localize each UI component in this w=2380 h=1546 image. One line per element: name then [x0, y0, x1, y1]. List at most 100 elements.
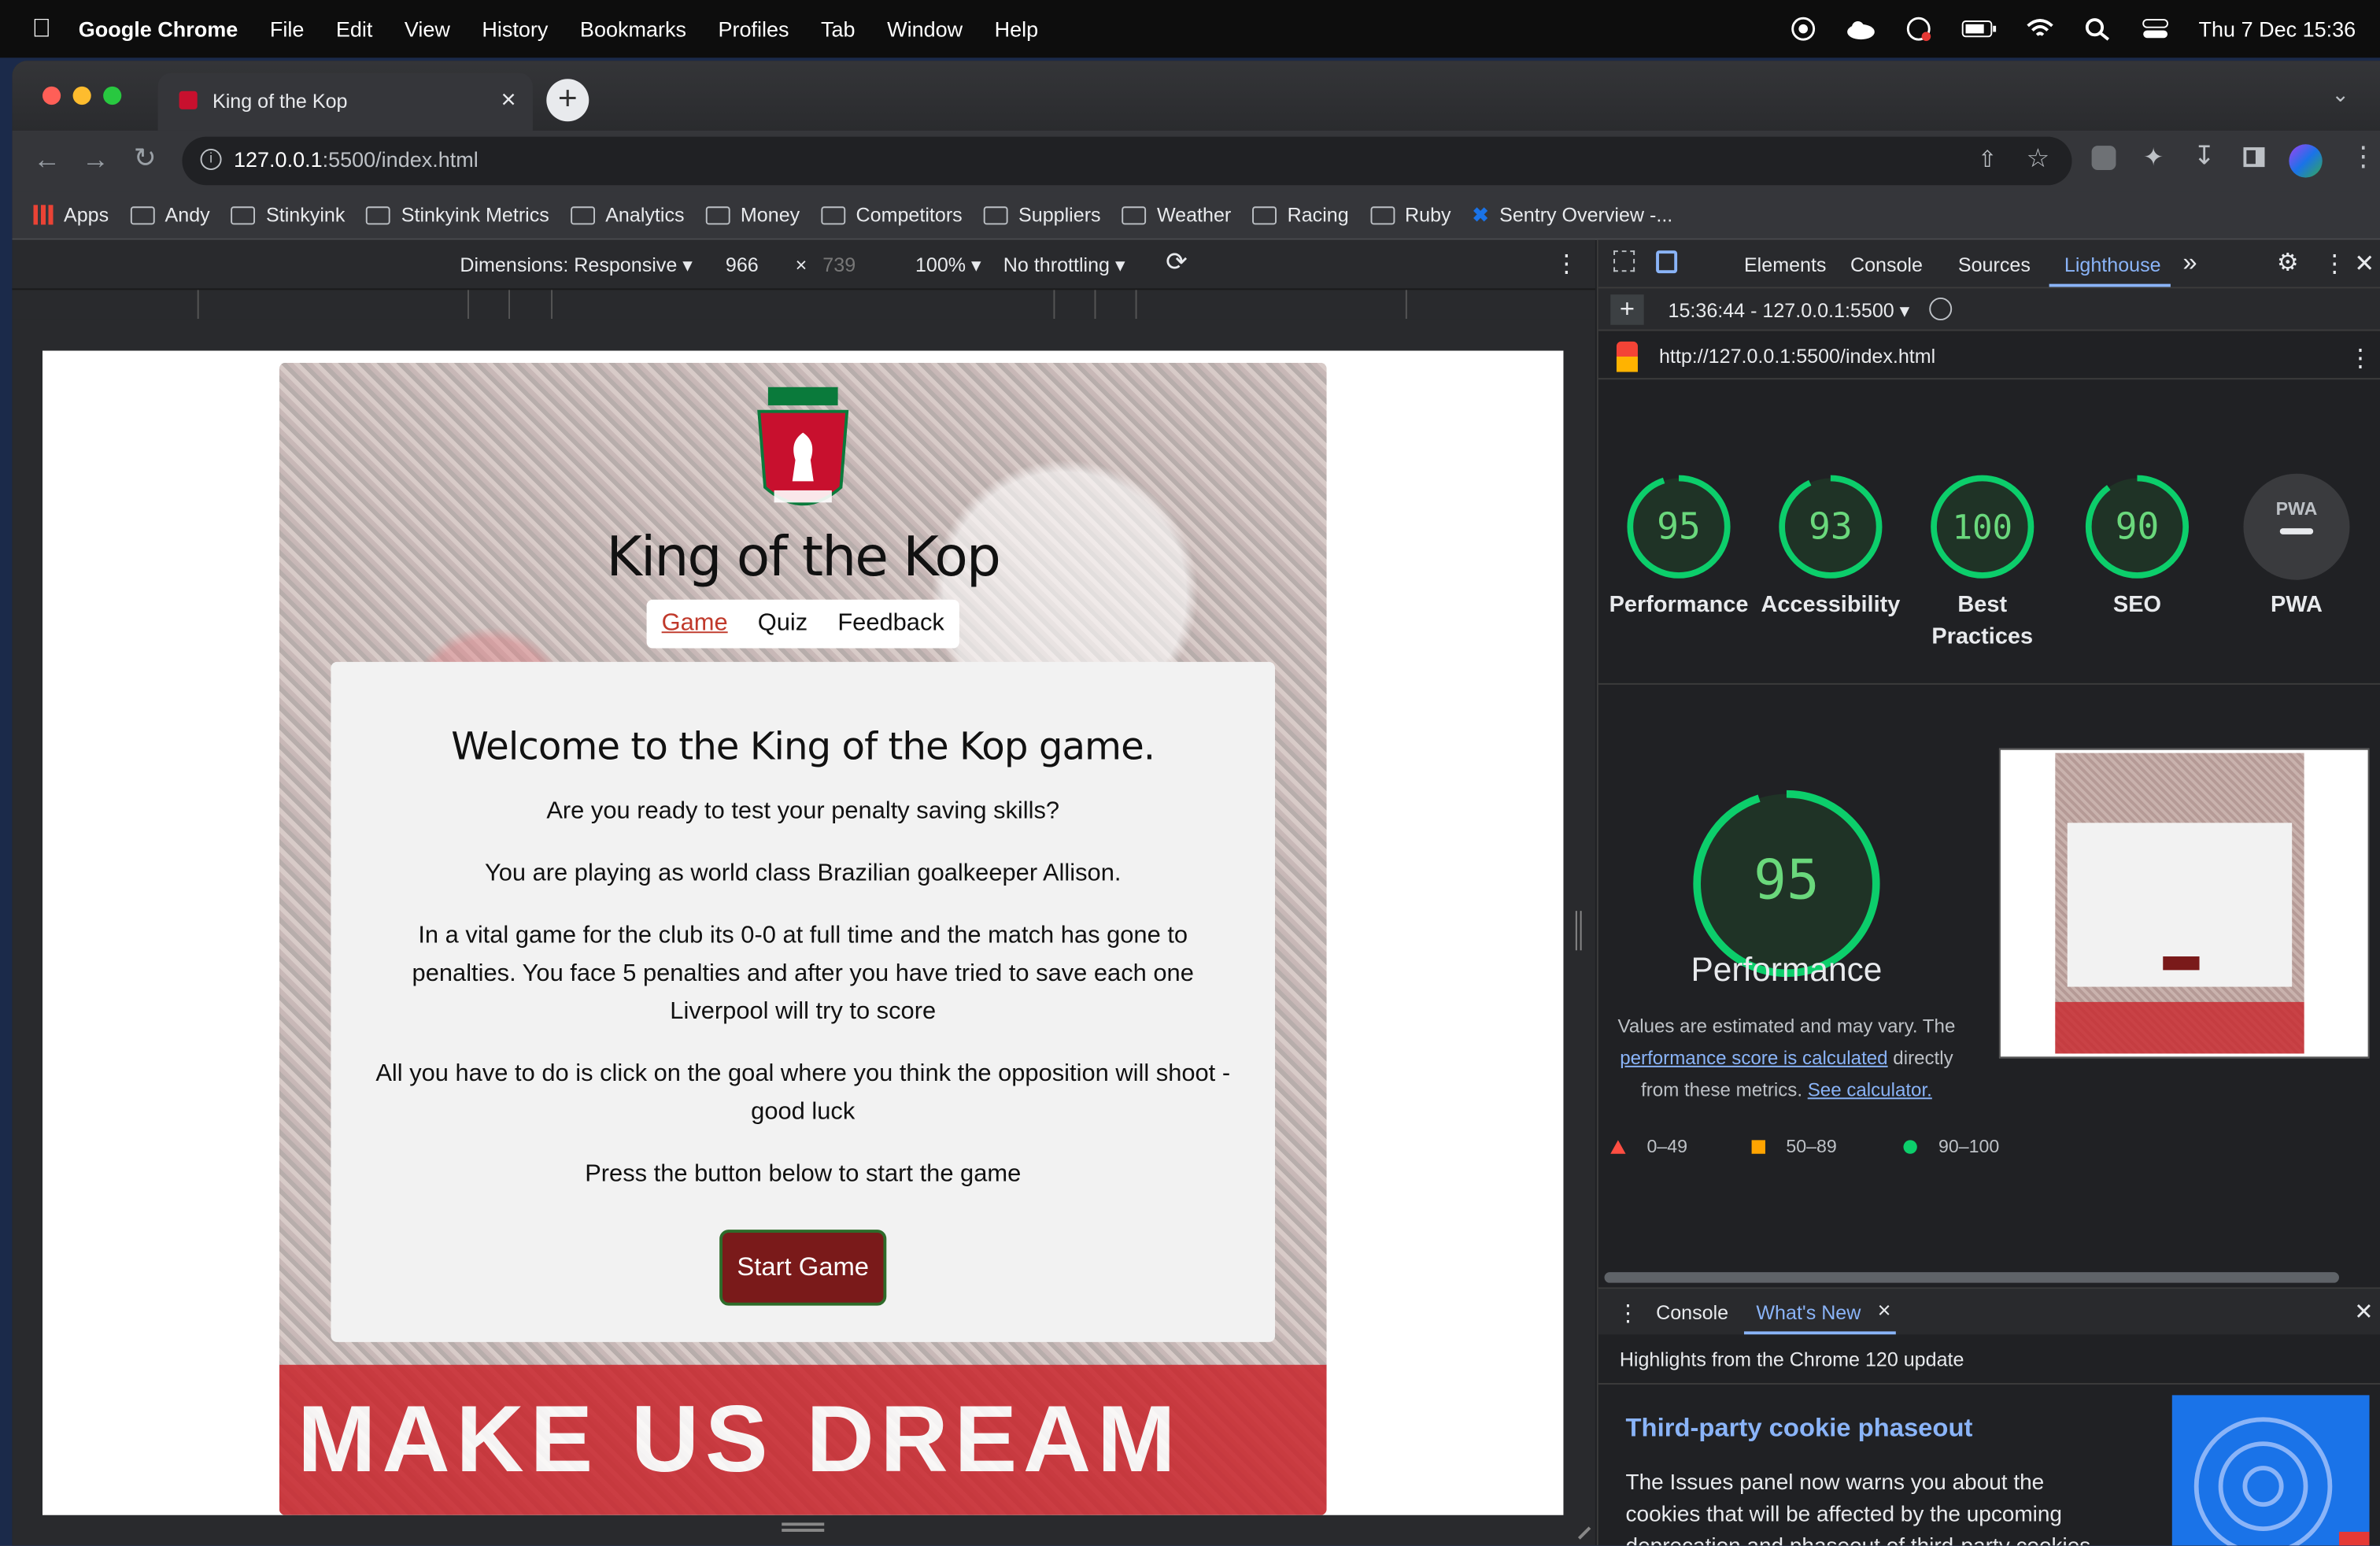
bookmark-apps[interactable]: Apps [33, 203, 109, 226]
menu-bookmarks[interactable]: Bookmarks [580, 17, 686, 41]
browser-tab[interactable]: King of the Kop × [157, 72, 533, 131]
forward-icon[interactable]: → [82, 144, 109, 176]
resize-handle-bottom[interactable] [782, 1522, 825, 1532]
extensions-puzzle-icon[interactable]: ✦ [2143, 142, 2164, 173]
side-panel-icon[interactable] [2243, 147, 2265, 168]
viewport-width-input[interactable]: 966 [726, 253, 759, 276]
back-icon[interactable]: ← [33, 144, 61, 176]
bookmark-star-icon[interactable]: ☆ [2027, 144, 2049, 175]
bookmark-ruby[interactable]: Ruby [1369, 203, 1451, 226]
report-selector[interactable]: 15:36:44 - 127.0.0.1:5500 ▾ [1669, 299, 1910, 324]
see-calculator-link[interactable]: See calculator. [1808, 1079, 1932, 1100]
start-game-button[interactable]: Start Game [719, 1230, 888, 1306]
tab-console[interactable]: Console [1850, 253, 1923, 276]
rotate-icon[interactable]: ⟳ [1166, 247, 1187, 278]
reload-icon[interactable]: ↻ [134, 142, 157, 175]
bookmark-competitors[interactable]: Competitors [821, 203, 963, 226]
bookmark-racing[interactable]: Racing [1252, 203, 1349, 226]
menu-profiles[interactable]: Profiles [718, 17, 789, 41]
drawer-menu-icon[interactable]: ⋮ [1617, 1300, 1639, 1327]
chrome-menu-icon[interactable]: ⋮ [2349, 141, 2377, 173]
zoom-dropdown[interactable]: 100% ▾ [915, 253, 981, 278]
tab-search-icon[interactable]: ⌄ [2331, 82, 2349, 108]
nav-quiz-link[interactable]: Quiz [758, 610, 808, 638]
report-menu-icon[interactable]: ⋮ [2349, 343, 2373, 374]
battery-icon[interactable] [1962, 15, 1998, 43]
bookmark-andy[interactable]: Andy [130, 203, 210, 226]
emulated-viewport: MAKE US DREAM King of the Kop Game Quiz … [12, 319, 1595, 1546]
drawer-tab-whats-new[interactable]: What's New [1756, 1301, 1861, 1324]
score-gauge-best-practices[interactable]: 100 [1929, 474, 2035, 580]
liverpool-crest-icon [757, 386, 849, 506]
menu-tab[interactable]: Tab [821, 17, 856, 41]
nav-game-link[interactable]: Game [662, 610, 728, 638]
viewport-height-input[interactable]: 739 [822, 253, 856, 276]
bookmark-weather[interactable]: Weather [1122, 203, 1231, 226]
drawer-tab-console[interactable]: Console [1656, 1301, 1728, 1324]
gauge-icon[interactable] [1904, 15, 1935, 43]
download-icon[interactable]: ↧ [2193, 141, 2215, 172]
report-url[interactable]: http://127.0.0.1:5500/index.html [1659, 345, 1935, 368]
bookmark-stinkyink[interactable]: Stinkyink [231, 203, 345, 226]
score-gauge-seo[interactable]: 90 [2084, 474, 2190, 580]
profile-avatar[interactable] [2289, 144, 2323, 178]
close-whats-new-icon[interactable]: × [1878, 1298, 1891, 1324]
control-center-icon[interactable] [2141, 15, 2171, 43]
airdrop-icon[interactable] [1789, 15, 1820, 43]
status-area: Thu 7 Dec 15:36 [1789, 0, 2356, 57]
search-icon[interactable] [2083, 15, 2114, 43]
menu-window[interactable]: Window [887, 17, 963, 41]
new-tab-button[interactable]: + [546, 79, 589, 122]
dimensions-dropdown[interactable]: Dimensions: Responsive ▾ [460, 253, 692, 278]
share-icon[interactable]: ⇧ [1978, 146, 1997, 173]
extension-icon[interactable] [2091, 146, 2116, 171]
site-info-icon[interactable]: i [200, 149, 222, 171]
menu-clock[interactable]: Thu 7 Dec 15:36 [2199, 17, 2356, 41]
wifi-icon[interactable] [2026, 15, 2057, 43]
settings-gear-icon[interactable]: ⚙ [2277, 247, 2299, 278]
inspect-element-icon[interactable] [1613, 250, 1635, 272]
cloud-icon[interactable] [1846, 15, 1877, 43]
devtools-splitter[interactable] [1575, 911, 1582, 951]
bookmark-suppliers[interactable]: Suppliers [983, 203, 1101, 226]
bookmark-analytics[interactable]: Analytics [570, 203, 685, 226]
menu-file[interactable]: File [270, 17, 305, 41]
highlight-divider [1598, 1382, 2380, 1385]
maximize-window-button[interactable] [103, 86, 122, 105]
menu-view[interactable]: View [405, 17, 450, 41]
score-gauge-performance[interactable]: 95 [1626, 474, 1732, 580]
close-window-button[interactable] [42, 86, 61, 105]
resize-handle-corner[interactable] [1569, 1518, 1591, 1540]
menu-edit[interactable]: Edit [336, 17, 373, 41]
menu-help[interactable]: Help [995, 17, 1039, 41]
page-screenshot-thumbnail[interactable] [1998, 748, 2370, 1059]
score-gauge-accessibility[interactable]: 93 [1777, 474, 1883, 580]
tab-elements[interactable]: Elements [1744, 253, 1827, 276]
device-toggle-icon[interactable] [1656, 250, 1678, 274]
pwa-badge[interactable]: PWA [2243, 473, 2350, 580]
bookmark-stinkyink-metrics[interactable]: Stinkyink Metrics [366, 203, 549, 226]
more-tabs-icon[interactable]: » [2182, 247, 2197, 278]
tab-sources[interactable]: Sources [1958, 253, 2031, 276]
throttling-dropdown[interactable]: No throttling ▾ [1003, 253, 1125, 278]
menu-history[interactable]: History [482, 17, 548, 41]
clear-reports-icon[interactable] [1929, 298, 1953, 320]
close-drawer-icon[interactable]: ✕ [2354, 1298, 2373, 1326]
tab-close-icon[interactable]: × [501, 85, 516, 116]
score-calculated-link[interactable]: performance score is calculated [1620, 1048, 1887, 1069]
bookmark-sentry[interactable]: ✖ Sentry Overview -... [1473, 202, 1673, 227]
bookmark-money[interactable]: Money [705, 203, 800, 226]
tab-lighthouse[interactable]: Lighthouse [2064, 253, 2161, 276]
nav-feedback-link[interactable]: Feedback [837, 610, 944, 638]
device-options-icon[interactable]: ⋮ [1554, 249, 1579, 279]
devtools-hscrollbar[interactable] [1604, 1272, 2339, 1283]
menu-app-name[interactable]: Google Chrome [79, 17, 238, 41]
devtools-menu-icon[interactable]: ⋮ [2323, 249, 2347, 279]
instructions-text: All you have to do is click on the goal … [375, 1061, 1231, 1126]
apple-icon[interactable]:  [32, 13, 52, 44]
minimize-window-button[interactable] [72, 86, 91, 105]
new-report-icon[interactable]: + [1610, 294, 1644, 325]
close-devtools-icon[interactable]: ✕ [2354, 249, 2374, 279]
address-bar[interactable]: i 127.0.0.1:5500/index.html ⇧ ☆ [182, 136, 2072, 186]
whats-new-title[interactable]: Third-party cookie phaseout [1626, 1414, 1973, 1444]
